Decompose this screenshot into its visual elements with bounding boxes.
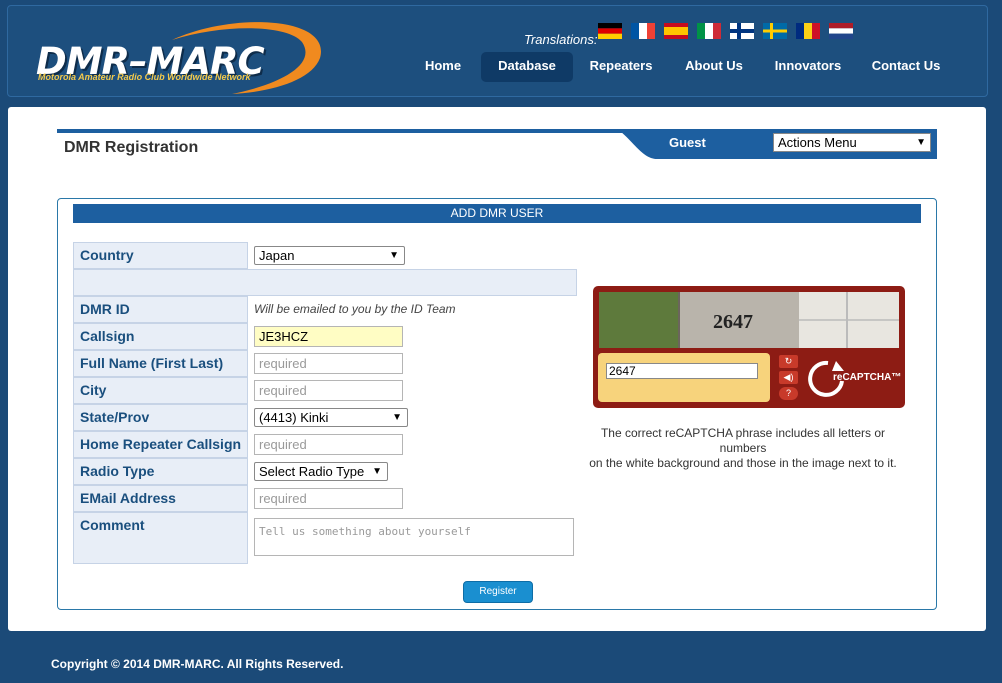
email-input[interactable]: required (254, 488, 403, 509)
french-flag-icon[interactable] (631, 23, 655, 39)
dmr-marc-logo[interactable]: DMR–MARC Motorola Amateur Radio Club Wor… (32, 18, 332, 96)
german-flag-icon[interactable] (598, 23, 622, 39)
chevron-down-icon: ▼ (916, 137, 926, 148)
recaptcha-widget: 2647 2647 ↻ ◀) ? reCAPTCHA™ (593, 286, 905, 408)
translations-label: Translations: (524, 32, 598, 47)
page-title: DMR Registration (64, 139, 199, 156)
nav-home[interactable]: Home (408, 52, 478, 82)
captcha-response-input[interactable]: 2647 (606, 363, 758, 379)
captcha-hint-line2: on the white background and those in the… (589, 456, 897, 470)
guest-label: Guest (669, 135, 706, 150)
chevron-down-icon: ▼ (389, 250, 399, 261)
spanish-flag-icon[interactable] (664, 23, 688, 39)
nav-repeaters[interactable]: Repeaters (578, 52, 664, 82)
actions-menu-select[interactable]: Actions Menu ▼ (773, 133, 931, 152)
nav-database[interactable]: Database (481, 52, 573, 82)
help-icon[interactable]: ? (779, 387, 798, 400)
callsign-label: Callsign (73, 323, 248, 350)
radio-type-select[interactable]: Select Radio Type ▼ (254, 462, 388, 481)
chevron-down-icon: ▼ (372, 466, 382, 477)
nav-contact-us[interactable]: Contact Us (860, 52, 952, 82)
country-select[interactable]: Japan ▼ (254, 246, 405, 265)
add-user-panel: ADD DMR USER Country Japan ▼ DMR ID Will… (57, 198, 937, 610)
home-repeater-label: Home Repeater Callsign (73, 431, 248, 458)
city-input[interactable]: required (254, 380, 403, 401)
spacer-row (73, 269, 577, 296)
captcha-hint: The correct reCAPTCHA phrase includes al… (585, 426, 901, 471)
chevron-down-icon: ▼ (392, 412, 402, 423)
captcha-input-area: 2647 (598, 353, 770, 402)
dutch-flag-icon[interactable] (829, 23, 853, 39)
actions-menu-label: Actions Menu (778, 135, 857, 150)
state-value: (4413) Kinki (259, 410, 329, 425)
state-select[interactable]: (4413) Kinki ▼ (254, 408, 408, 427)
finnish-flag-icon[interactable] (730, 23, 754, 39)
dmr-id-note: Will be emailed to you by the ID Team (254, 302, 456, 316)
full-name-input[interactable]: required (254, 353, 403, 374)
city-label: City (73, 377, 248, 404)
register-button[interactable]: Register (463, 581, 533, 603)
radio-type-value: Select Radio Type (259, 464, 365, 479)
nav-about-us[interactable]: About Us (672, 52, 756, 82)
nav-innovators[interactable]: Innovators (764, 52, 852, 82)
footer-copyright: Copyright © 2014 DMR-MARC. All Rights Re… (51, 657, 344, 671)
captcha-image: 2647 (599, 292, 899, 348)
comment-label: Comment (73, 512, 248, 564)
swedish-flag-icon[interactable] (763, 23, 787, 39)
callsign-input[interactable]: JE3HCZ (254, 326, 403, 347)
romanian-flag-icon[interactable] (796, 23, 820, 39)
radio-type-label: Radio Type (73, 458, 248, 485)
captcha-hint-line1: The correct reCAPTCHA phrase includes al… (600, 426, 886, 455)
country-value: Japan (259, 248, 295, 263)
email-label: EMail Address (73, 485, 248, 512)
full-name-label: Full Name (First Last) (73, 350, 248, 377)
audio-icon[interactable]: ◀) (779, 371, 798, 384)
captcha-image-text: 2647 (713, 311, 753, 333)
recaptcha-brand: reCAPTCHA™ (833, 372, 902, 383)
page-titlebar: DMR Registration Guest Actions Menu ▼ (57, 129, 937, 159)
logo-subtitle: Motorola Amateur Radio Club Worldwide Ne… (38, 72, 251, 82)
main-content: DMR Registration Guest Actions Menu ▼ AD… (8, 107, 986, 631)
dmr-id-label: DMR ID (73, 296, 248, 323)
state-label: State/Prov (73, 404, 248, 431)
country-label: Country (73, 242, 248, 269)
language-flags (598, 23, 853, 39)
comment-textarea[interactable]: Tell us something about yourself (254, 518, 574, 556)
refresh-icon[interactable]: ↻ (779, 355, 798, 368)
panel-heading: ADD DMR USER (73, 204, 921, 223)
site-header: DMR–MARC Motorola Amateur Radio Club Wor… (7, 5, 988, 97)
italian-flag-icon[interactable] (697, 23, 721, 39)
home-repeater-input[interactable]: required (254, 434, 403, 455)
